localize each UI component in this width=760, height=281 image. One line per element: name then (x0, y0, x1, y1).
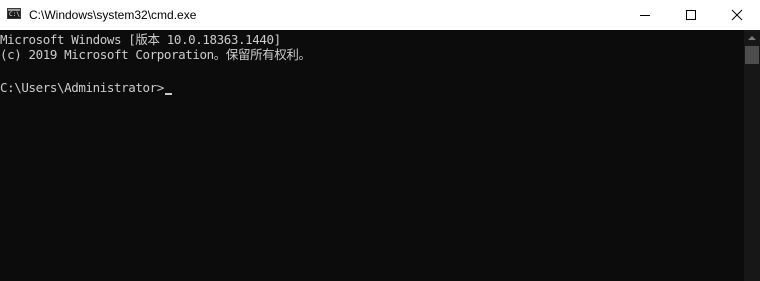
text-cursor (164, 93, 172, 95)
close-button[interactable] (714, 0, 760, 30)
command-prompt: C:\Users\Administrator> (0, 80, 164, 95)
maximize-icon (686, 10, 696, 20)
window-title: C:\Windows\system32\cmd.exe (29, 8, 197, 22)
console-prompt-line[interactable]: C:\Users\Administrator> (0, 79, 172, 96)
close-icon (731, 9, 743, 21)
title-bar[interactable]: C:\ C:\Windows\system32\cmd.exe (0, 0, 760, 30)
minimize-icon (640, 15, 650, 16)
command-prompt-icon[interactable]: C:\ (7, 8, 21, 19)
minimize-button[interactable] (622, 0, 668, 30)
vertical-scrollbar[interactable] (744, 30, 760, 281)
scroll-up-arrow-icon (748, 36, 756, 40)
scroll-up-button[interactable] (744, 30, 760, 46)
maximize-button[interactable] (668, 0, 714, 30)
cmd-window: C:\ C:\Windows\system32\cmd.exe Microsof… (0, 0, 760, 281)
console-output[interactable]: Microsoft Windows [版本 10.0.18363.1440] (… (0, 30, 744, 281)
scroll-thumb[interactable] (745, 46, 759, 64)
console-line: (c) 2019 Microsoft Corporation。保留所有权利。 (0, 47, 311, 62)
